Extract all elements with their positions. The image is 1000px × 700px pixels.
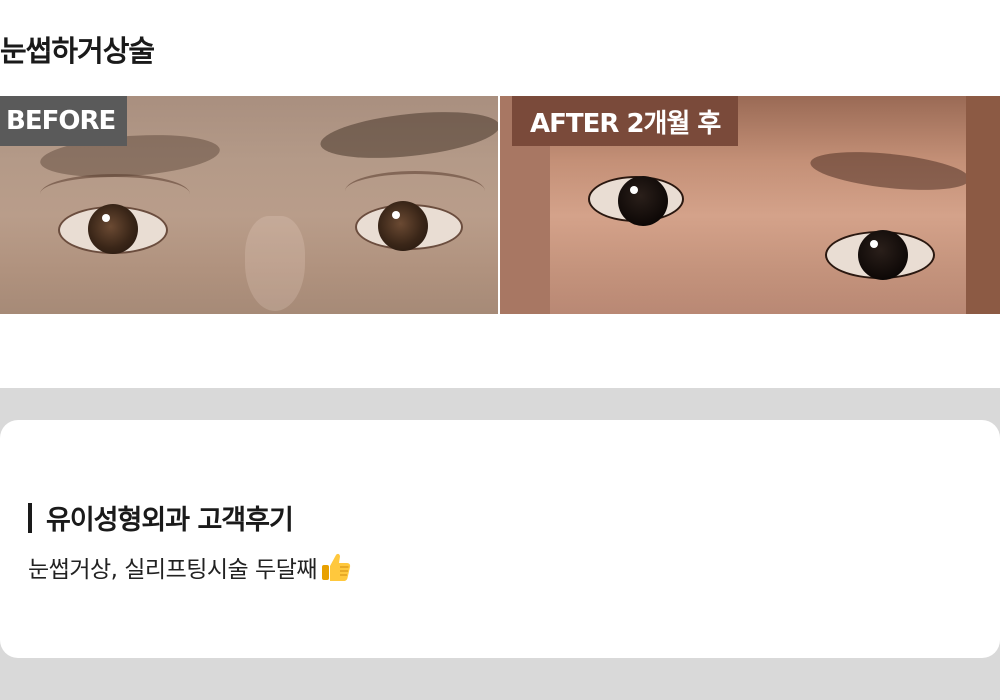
after-left-eye-glint xyxy=(630,186,638,194)
right-eye-glint xyxy=(392,211,400,219)
after-right-iris xyxy=(858,230,908,280)
after-photo: AFTER 2개월 후 xyxy=(500,96,1000,314)
review-text: 눈썹거상, 실리프팅시술 두달째 xyxy=(28,550,353,584)
nose-bridge xyxy=(245,216,305,311)
after-label: AFTER 2개월 후 xyxy=(512,96,739,146)
page-title: 눈썹하거상술 xyxy=(0,34,155,68)
after-photo-edge-right xyxy=(966,96,1000,314)
after-eyebrow xyxy=(808,145,972,197)
after-right-eye-glint xyxy=(870,240,878,248)
before-label: BEFORE xyxy=(0,96,128,146)
review-text-content: 눈썹거상, 실리프팅시술 두달째 xyxy=(28,557,318,583)
review-card: 유이성형외과 고객후기 눈썹거상, 실리프팅시술 두달째 xyxy=(0,420,1000,658)
review-heading: 유이성형외과 고객후기 xyxy=(28,498,294,537)
left-eye-glint xyxy=(102,214,110,222)
before-after-photos: BEFORE AFTER 2개월 후 xyxy=(0,96,1000,314)
thumbs-up-icon xyxy=(319,550,353,584)
right-eyebrow xyxy=(318,104,498,166)
left-iris xyxy=(88,204,138,254)
page: 눈썹하거상술 BEFORE AFTER 2개월 후 유이성형외과 고객후기 눈썹… xyxy=(0,0,1000,700)
heading-bar xyxy=(28,502,32,533)
before-photo: BEFORE xyxy=(0,96,498,314)
review-heading-text: 유이성형외과 고객후기 xyxy=(46,505,294,536)
after-left-iris xyxy=(618,176,668,226)
right-iris xyxy=(378,201,428,251)
